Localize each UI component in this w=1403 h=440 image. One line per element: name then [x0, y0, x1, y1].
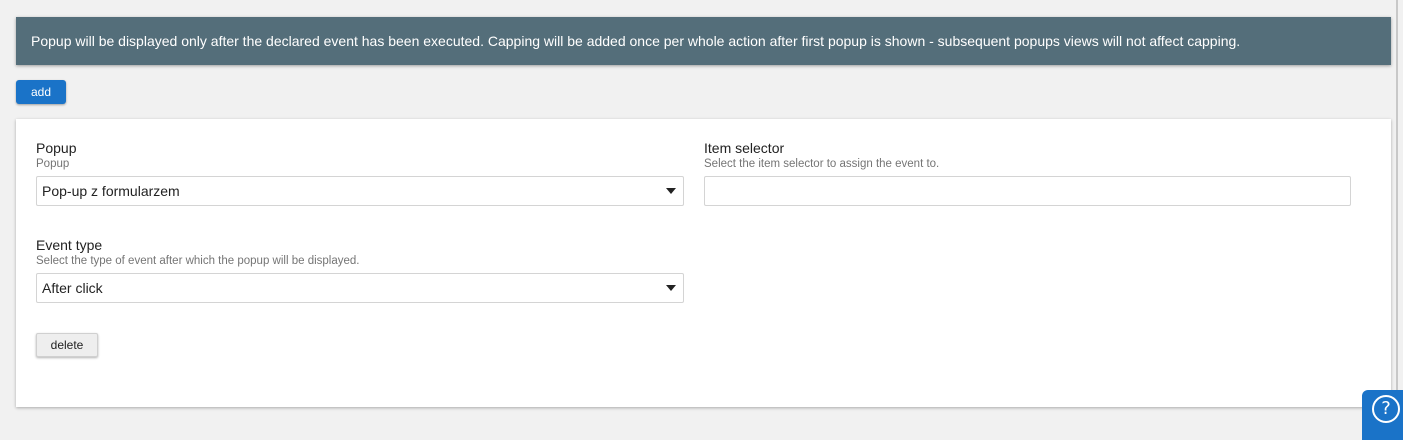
event-type-select[interactable]: After click: [36, 273, 684, 303]
popup-label: Popup: [36, 140, 77, 156]
event-type-select-value: After click: [42, 280, 103, 296]
popup-field: Popup Popup Pop-up z formularzem: [36, 140, 684, 206]
scrollbar[interactable]: [1396, 0, 1398, 425]
chevron-down-icon: [666, 188, 676, 194]
info-banner: Popup will be displayed only after the d…: [16, 17, 1391, 65]
event-card: Popup Popup Pop-up z formularzem Item se…: [16, 119, 1391, 407]
item-selector-hint: Select the item selector to assign the e…: [704, 158, 940, 170]
item-selector-label: Item selector: [704, 140, 785, 156]
popup-select-value: Pop-up z formularzem: [42, 183, 180, 199]
event-type-field: Event type Select the type of event afte…: [36, 237, 684, 303]
delete-button[interactable]: delete: [36, 333, 98, 357]
help-icon: ?: [1372, 395, 1400, 423]
event-type-label: Event type: [36, 237, 103, 253]
event-type-hint: Select the type of event after which the…: [36, 255, 360, 267]
item-selector-field: Item selector Select the item selector t…: [704, 140, 1351, 206]
chevron-down-icon: [666, 285, 676, 291]
popup-hint: Popup: [36, 158, 70, 170]
popup-select[interactable]: Pop-up z formularzem: [36, 176, 684, 206]
item-selector-input[interactable]: [704, 176, 1351, 206]
add-button[interactable]: add: [16, 80, 66, 104]
help-button[interactable]: ?: [1362, 390, 1403, 440]
